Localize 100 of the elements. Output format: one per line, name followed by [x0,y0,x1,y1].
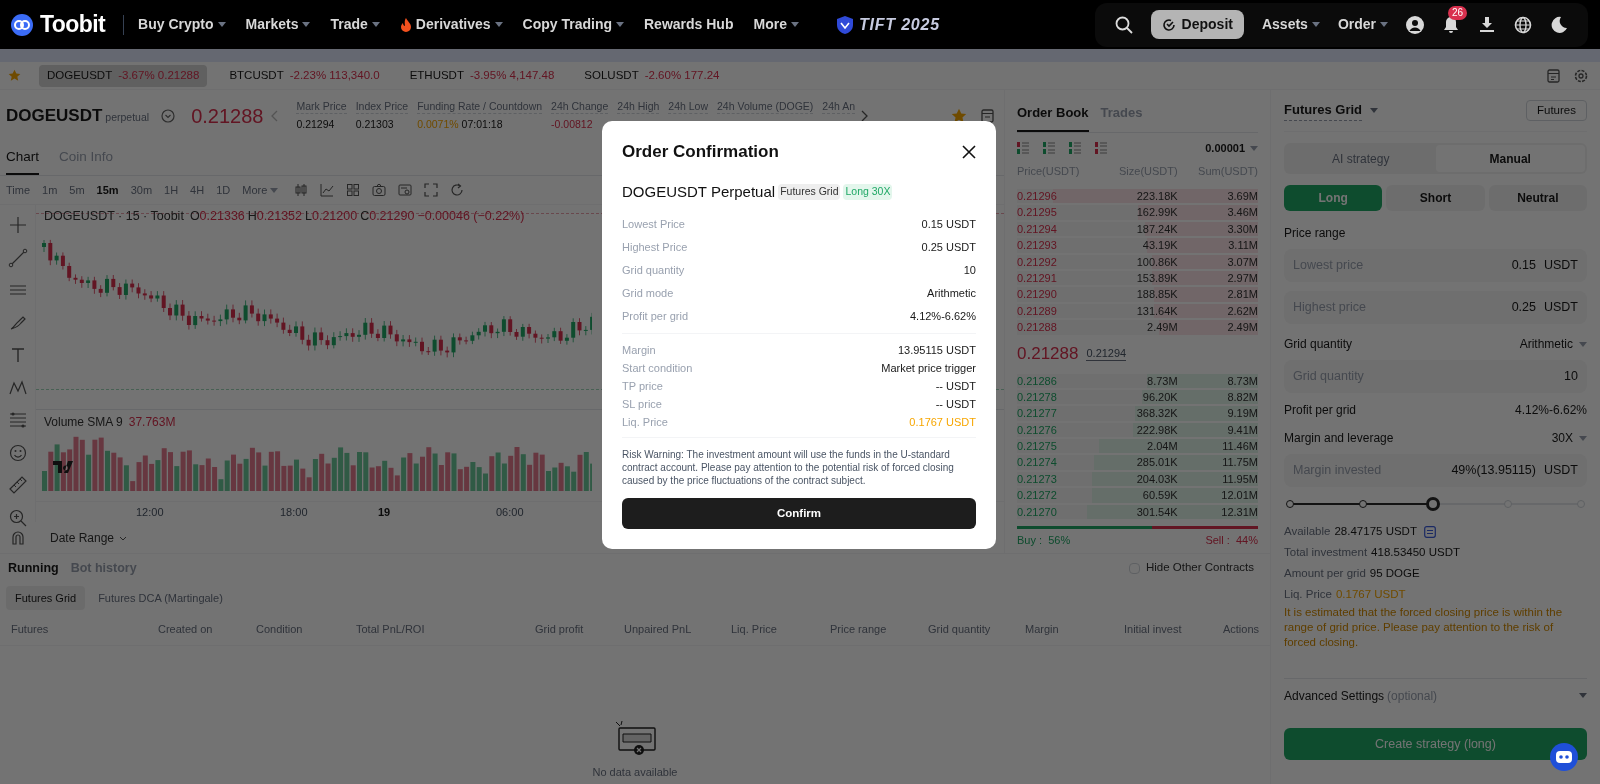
brand-name[interactable]: Toobit [40,7,106,42]
nav-menu-item[interactable]: Markets [245,14,311,35]
bids-layout-icon[interactable] [1069,142,1081,154]
bot-type-tab[interactable]: Futures DCA (Martingale) [89,586,232,610]
date-range-dropdown[interactable]: Date Range [50,529,128,547]
field-label: Grid quantity [1284,336,1353,353]
camera-icon[interactable] [372,183,387,197]
trend-line-icon[interactable] [7,247,28,268]
search-icon[interactable] [1114,15,1133,34]
order-price: 0.21288 [1017,320,1058,336]
summary-value: 28.47175 USDT [1334,524,1417,540]
star-icon[interactable] [8,69,21,82]
mid-last-price: 0.21288 [1017,343,1079,366]
interval-tab[interactable]: 30m [130,181,153,199]
hide-other-contracts-checkbox[interactable]: Hide Other Contracts [1129,559,1262,577]
order-sum: 3.46M [1226,205,1258,221]
direction-tab[interactable]: Neutral [1488,185,1587,211]
nav-menu-item[interactable]: More [753,14,799,35]
refresh-icon[interactable] [450,183,465,197]
grid-icon[interactable] [346,183,361,197]
flame-icon [399,17,412,32]
grid-mode-dropdown[interactable]: Arithmetic [1519,335,1587,353]
notepad-icon[interactable] [981,109,994,123]
nav-menu-item[interactable]: Trade [330,14,380,35]
strategy-mode-tab[interactable]: Manual [1435,145,1585,172]
interval-tab[interactable]: 1H [164,181,179,199]
nav-menu-item[interactable]: Order [1337,14,1388,35]
interval-tab[interactable]: 1D [216,181,231,199]
event-logo-text[interactable]: TIFT 2025 [858,12,940,37]
moon-icon[interactable] [1550,15,1568,34]
crosshair-icon[interactable] [7,215,28,235]
nav-menu-item[interactable]: Copy Trading [522,14,624,35]
interval-tab[interactable]: Time [6,181,31,199]
interval-tab[interactable]: 15m [96,181,119,199]
dialog-symbol: DOGEUSDT Perpetual [622,181,776,202]
star-icon[interactable] [951,108,967,124]
more-intervals-dropdown[interactable]: More [242,181,279,199]
stat-label: 24h Low [668,99,709,114]
nav-menu-item[interactable]: Derivatives [399,14,503,35]
stat-label: 24h Change [551,99,609,114]
confirm-button[interactable]: Confirm [622,498,976,529]
risk-warning-text: Risk Warning: The investment amount will use the funds in the U-standard contract account. Please pay attention to the potential risk of forced closing caused by the price fluctuations of the contract subject. [622,448,955,487]
direction-tab[interactable]: Long [1284,185,1383,211]
order-price: 0.21276 [1017,422,1058,438]
order-size: 8.73M [1146,373,1178,389]
detail-label: SL price [622,397,662,413]
caret-icon [217,22,226,27]
field-label: Margin and leverage [1284,430,1394,447]
asks-layout-icon[interactable] [1095,142,1107,154]
line-chart-icon[interactable] [320,183,335,197]
strategy-type-dropdown[interactable]: Futures Grid [1284,100,1378,121]
stat-value: 0.0071% [417,116,459,132]
support-robot-icon[interactable] [1549,742,1579,772]
fib-levels-icon[interactable] [7,410,28,430]
column-header: Actions [1221,622,1259,638]
bot-tab[interactable]: Running [8,558,59,578]
column-header: Grid profit [535,622,585,638]
transfer-icon[interactable] [1423,526,1436,538]
user-avatar-icon[interactable] [1406,15,1424,34]
ruler-icon[interactable] [7,475,28,495]
ticker-chip[interactable]: DOGEUSDT -3.67% 0.21288 [39,64,208,87]
zoom-in-icon[interactable] [7,507,28,528]
precision-dropdown[interactable]: 0.00001 [1205,139,1258,157]
direction-tab[interactable]: Short [1386,185,1485,211]
close-icon[interactable] [962,144,976,159]
order-book-tab[interactable]: Order Book [1017,102,1089,132]
chart-settings-icon[interactable] [398,183,413,197]
interval-tab[interactable]: 4H [190,181,205,199]
bids-layout-icon[interactable] [1043,142,1055,154]
logo-icon[interactable] [10,12,34,37]
order-sum: 8.82M [1226,389,1258,405]
download-icon[interactable] [1478,15,1496,34]
leverage-dropdown[interactable]: 30X [1551,429,1587,447]
bot-type-tab[interactable]: Futures Grid [6,586,86,610]
nav-menu-item[interactable]: Assets [1261,14,1320,35]
smiley-icon[interactable] [7,442,28,463]
caret-icon [1250,145,1258,151]
magnet-icon[interactable] [10,530,26,546]
column-header: Total PnL/ROI [356,622,426,638]
nav-menu-item[interactable]: Buy Crypto [138,14,226,35]
create-strategy-button[interactable]: Create strategy (long) [1284,728,1587,760]
settings-icon[interactable] [1574,68,1588,83]
fullscreen-icon[interactable] [424,183,439,197]
interval-tab[interactable]: 1m [42,181,58,199]
chart-tab[interactable]: Chart [6,146,39,175]
strategy-mode-tab[interactable]: AI strategy [1286,145,1436,172]
mid-mark-price: 0.21294 [1086,347,1127,361]
volume-label: Volume SMA 9 [44,414,123,431]
nav-menu-item[interactable]: Rewards Hub [644,14,734,35]
bell-icon[interactable] [1442,15,1460,34]
sell-ratio-label: Sell : 44% [1205,533,1258,549]
futures-button[interactable]: Futures [1526,100,1587,121]
both-sides-layout-icon[interactable] [1017,142,1029,154]
chevron-circle-icon[interactable] [161,109,176,123]
candlestick-icon[interactable] [294,183,309,197]
slider-thumb[interactable] [1425,497,1440,511]
interval-tab[interactable]: 5m [69,181,85,199]
slider-stop [1358,500,1367,508]
globe-icon[interactable] [1514,15,1532,34]
deposit-button[interactable]: Deposit [1150,10,1244,39]
